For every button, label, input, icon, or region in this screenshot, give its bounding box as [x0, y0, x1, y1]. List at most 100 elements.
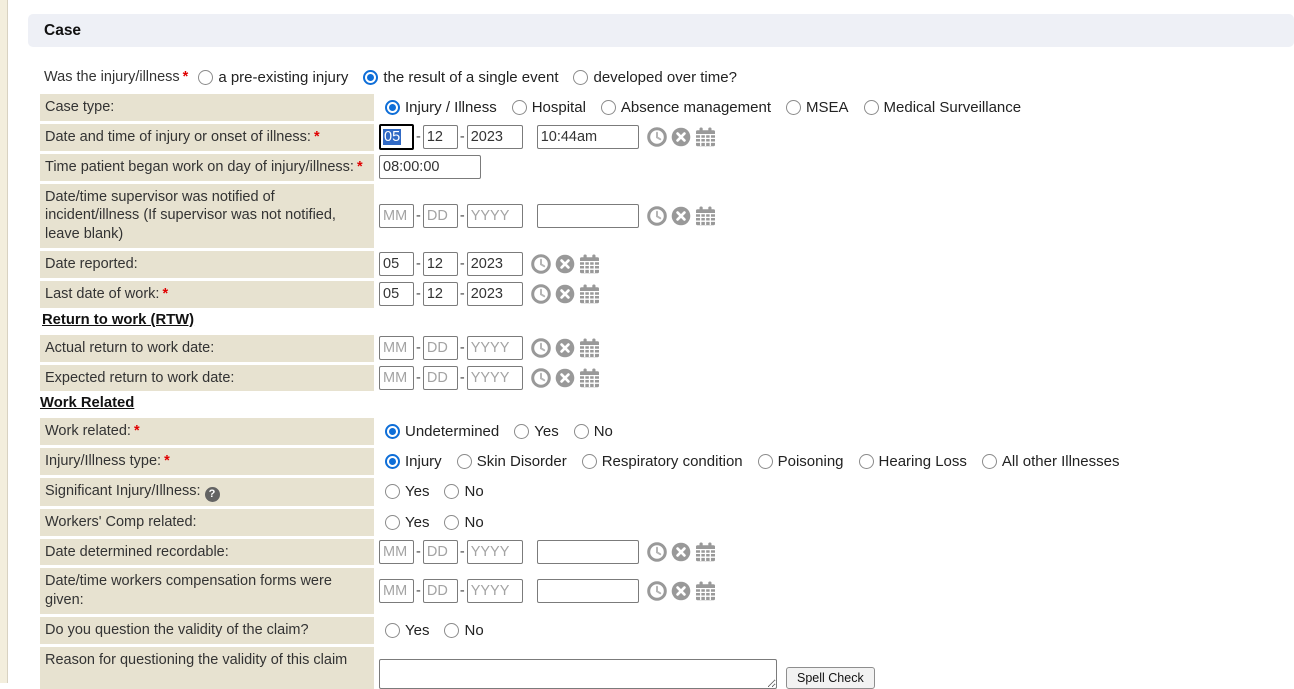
radio-option-hospital[interactable]: Hospital: [512, 99, 586, 116]
radio-option-significant-no[interactable]: No: [444, 483, 483, 500]
radio-option-pre-existing[interactable]: a pre-existing injury: [198, 69, 348, 86]
radio-option-workers-comp-yes[interactable]: Yes: [385, 514, 429, 531]
clear-icon[interactable]: [555, 368, 575, 388]
clock-icon[interactable]: [531, 368, 551, 388]
comp-forms-time-input[interactable]: [537, 579, 639, 603]
expected-rtw-day-input[interactable]: [423, 366, 458, 390]
radio-option-work-related-yes[interactable]: Yes: [514, 423, 558, 440]
clock-icon[interactable]: [647, 206, 667, 226]
radio-icon[interactable]: [385, 484, 400, 499]
supervisor-month-input[interactable]: [379, 204, 414, 228]
clear-icon[interactable]: [671, 581, 691, 601]
radio-option-single-event[interactable]: the result of a single event: [363, 69, 558, 86]
radio-option-poisoning[interactable]: Poisoning: [758, 453, 844, 470]
calendar-icon[interactable]: [579, 254, 600, 274]
radio-icon[interactable]: [758, 454, 773, 469]
radio-option-validity-yes[interactable]: Yes: [385, 622, 429, 639]
actual-rtw-month-input[interactable]: [379, 336, 414, 360]
expected-rtw-month-input[interactable]: [379, 366, 414, 390]
radio-icon[interactable]: [601, 100, 616, 115]
calendar-icon[interactable]: [695, 127, 716, 147]
radio-option-injury-illness[interactable]: Injury / Illness: [385, 99, 497, 116]
recordable-month-input[interactable]: [379, 540, 414, 564]
radio-icon[interactable]: [385, 515, 400, 530]
spell-check-button[interactable]: Spell Check: [786, 667, 875, 689]
expected-rtw-year-input[interactable]: [467, 366, 523, 390]
radio-icon[interactable]: [982, 454, 997, 469]
clock-icon[interactable]: [647, 127, 667, 147]
radio-option-validity-no[interactable]: No: [444, 622, 483, 639]
clock-icon[interactable]: [531, 284, 551, 304]
clock-icon[interactable]: [647, 542, 667, 562]
recordable-year-input[interactable]: [467, 540, 523, 564]
calendar-icon[interactable]: [695, 206, 716, 226]
radio-icon[interactable]: [198, 70, 213, 85]
radio-icon[interactable]: [385, 623, 400, 638]
radio-option-undetermined[interactable]: Undetermined: [385, 423, 499, 440]
reported-month-input[interactable]: [379, 252, 414, 276]
time-began-input[interactable]: [379, 155, 481, 179]
clear-icon[interactable]: [671, 127, 691, 147]
comp-forms-month-input[interactable]: [379, 579, 414, 603]
radio-option-respiratory[interactable]: Respiratory condition: [582, 453, 743, 470]
comp-forms-day-input[interactable]: [423, 579, 458, 603]
supervisor-time-input[interactable]: [537, 204, 639, 228]
help-icon[interactable]: ?: [205, 487, 220, 502]
clear-icon[interactable]: [555, 254, 575, 274]
radio-icon-selected[interactable]: [385, 424, 400, 439]
radio-option-work-related-no[interactable]: No: [574, 423, 613, 440]
injury-day-input[interactable]: [423, 125, 458, 149]
injury-time-input[interactable]: [537, 125, 639, 149]
clock-icon[interactable]: [531, 254, 551, 274]
clear-icon[interactable]: [555, 338, 575, 358]
radio-icon[interactable]: [512, 100, 527, 115]
radio-option-all-other-illnesses[interactable]: All other Illnesses: [982, 453, 1120, 470]
radio-icon[interactable]: [573, 70, 588, 85]
radio-option-significant-yes[interactable]: Yes: [385, 483, 429, 500]
radio-icon[interactable]: [859, 454, 874, 469]
calendar-icon[interactable]: [579, 338, 600, 358]
clear-icon[interactable]: [671, 542, 691, 562]
radio-option-absence-management[interactable]: Absence management: [601, 99, 771, 116]
reported-day-input[interactable]: [423, 252, 458, 276]
clock-icon[interactable]: [531, 338, 551, 358]
clock-icon[interactable]: [647, 581, 667, 601]
calendar-icon[interactable]: [579, 284, 600, 304]
radio-icon[interactable]: [574, 424, 589, 439]
lastwork-month-input[interactable]: [379, 282, 414, 306]
radio-option-injury[interactable]: Injury: [385, 453, 442, 470]
radio-icon[interactable]: [444, 623, 459, 638]
reason-textarea[interactable]: [379, 659, 777, 689]
calendar-icon[interactable]: [695, 542, 716, 562]
actual-rtw-day-input[interactable]: [423, 336, 458, 360]
radio-option-workers-comp-no[interactable]: No: [444, 514, 483, 531]
injury-month-input[interactable]: 05: [379, 124, 414, 150]
radio-icon-selected[interactable]: [385, 454, 400, 469]
supervisor-year-input[interactable]: [467, 204, 523, 228]
radio-icon[interactable]: [514, 424, 529, 439]
radio-icon[interactable]: [457, 454, 472, 469]
actual-rtw-year-input[interactable]: [467, 336, 523, 360]
radio-icon[interactable]: [864, 100, 879, 115]
radio-option-msea[interactable]: MSEA: [786, 99, 849, 116]
calendar-icon[interactable]: [695, 581, 716, 601]
recordable-day-input[interactable]: [423, 540, 458, 564]
recordable-time-input[interactable]: [537, 540, 639, 564]
radio-option-skin-disorder[interactable]: Skin Disorder: [457, 453, 567, 470]
radio-icon[interactable]: [444, 484, 459, 499]
radio-icon-selected[interactable]: [385, 100, 400, 115]
calendar-icon[interactable]: [579, 368, 600, 388]
reported-year-input[interactable]: [467, 252, 523, 276]
injury-year-input[interactable]: [467, 125, 523, 149]
clear-icon[interactable]: [555, 284, 575, 304]
radio-icon[interactable]: [786, 100, 801, 115]
radio-icon[interactable]: [582, 454, 597, 469]
radio-option-medical-surveillance[interactable]: Medical Surveillance: [864, 99, 1022, 116]
clear-icon[interactable]: [671, 206, 691, 226]
radio-option-hearing-loss[interactable]: Hearing Loss: [859, 453, 967, 470]
comp-forms-year-input[interactable]: [467, 579, 523, 603]
lastwork-day-input[interactable]: [423, 282, 458, 306]
radio-icon-selected[interactable]: [363, 70, 378, 85]
lastwork-year-input[interactable]: [467, 282, 523, 306]
radio-icon[interactable]: [444, 515, 459, 530]
